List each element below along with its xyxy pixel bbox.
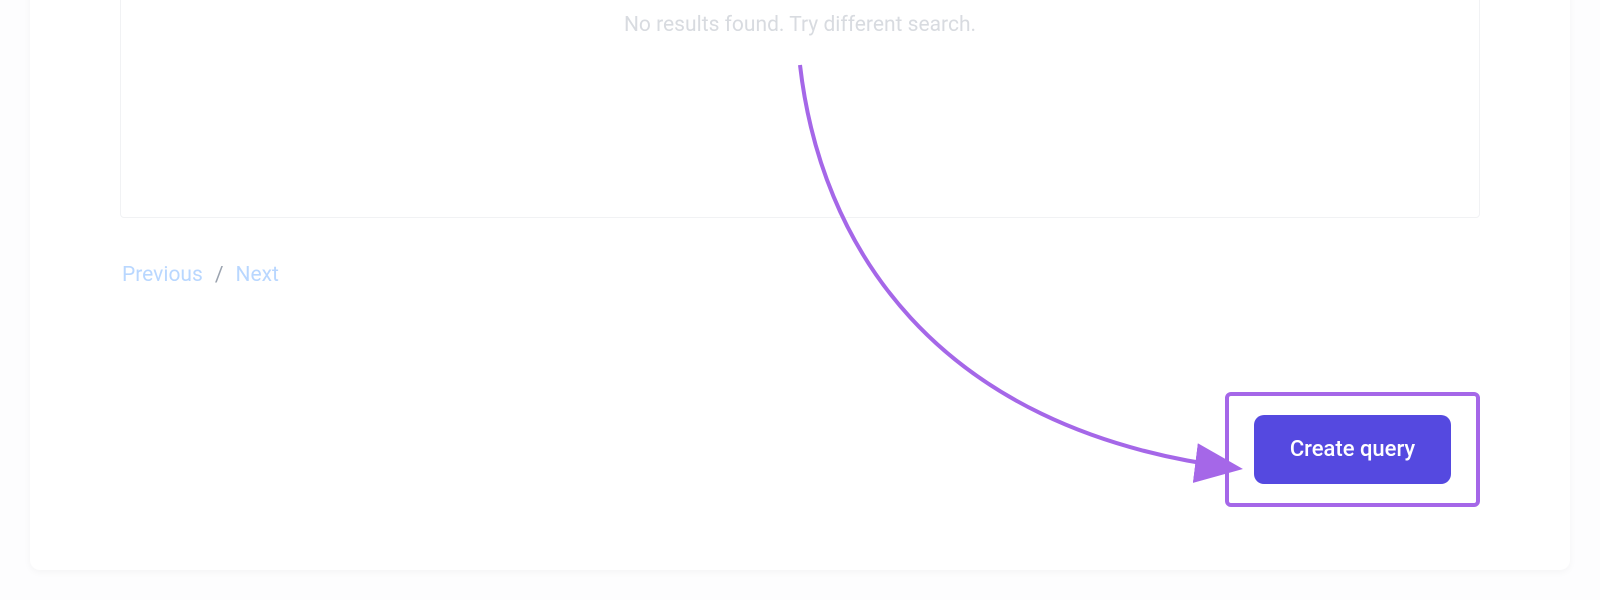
- previous-link[interactable]: Previous: [122, 263, 203, 287]
- pagination-separator: /: [215, 263, 224, 287]
- results-panel: No results found. Try different search.: [120, 0, 1480, 218]
- pagination-controls: Previous / Next: [122, 263, 279, 287]
- empty-results-message: No results found. Try different search.: [121, 13, 1479, 37]
- create-query-button[interactable]: Create query: [1254, 415, 1451, 484]
- content-card: No results found. Try different search. …: [30, 0, 1570, 570]
- next-link[interactable]: Next: [236, 263, 279, 287]
- annotation-highlight-box: Create query: [1225, 392, 1480, 507]
